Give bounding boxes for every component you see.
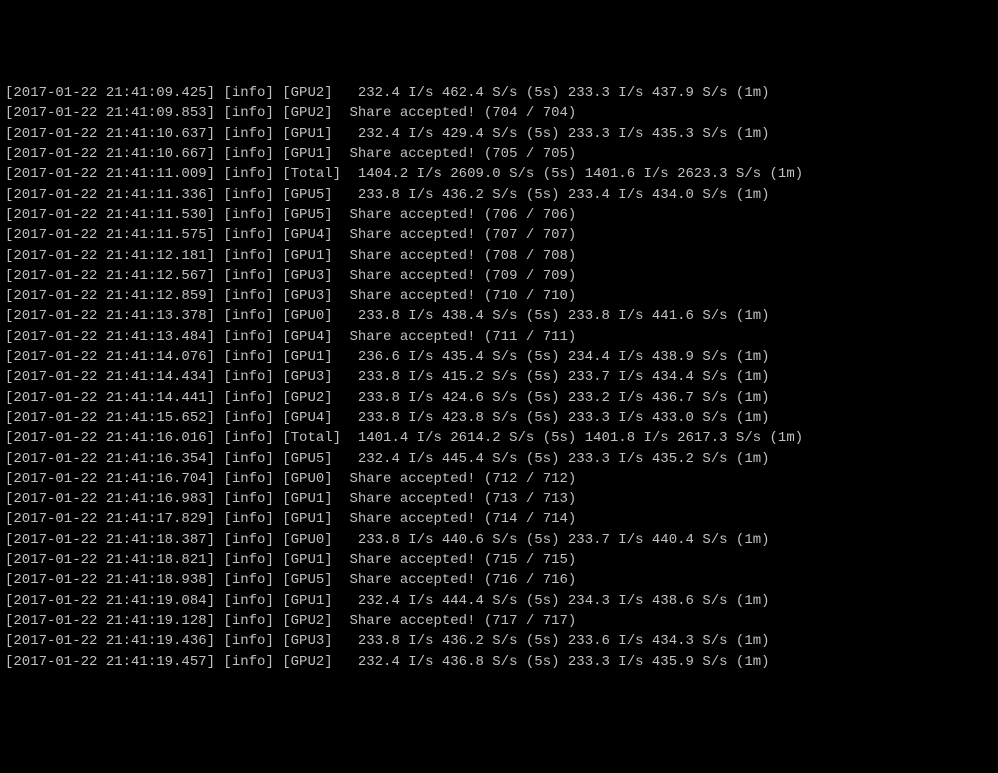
log-line: [2017-01-22 21:41:13.484] [info] [GPU4] … — [5, 327, 993, 347]
log-line: [2017-01-22 21:41:09.853] [info] [GPU2] … — [5, 103, 993, 123]
log-line: [2017-01-22 21:41:12.567] [info] [GPU3] … — [5, 266, 993, 286]
terminal-output: [2017-01-22 21:41:09.425] [info] [GPU2] … — [5, 83, 993, 672]
log-line: [2017-01-22 21:41:10.637] [info] [GPU1] … — [5, 124, 993, 144]
log-line: [2017-01-22 21:41:19.128] [info] [GPU2] … — [5, 611, 993, 631]
log-line: [2017-01-22 21:41:17.829] [info] [GPU1] … — [5, 509, 993, 529]
log-line: [2017-01-22 21:41:18.821] [info] [GPU1] … — [5, 550, 993, 570]
log-line: [2017-01-22 21:41:14.434] [info] [GPU3] … — [5, 367, 993, 387]
log-line: [2017-01-22 21:41:19.457] [info] [GPU2] … — [5, 652, 993, 672]
log-line: [2017-01-22 21:41:09.425] [info] [GPU2] … — [5, 83, 993, 103]
log-line: [2017-01-22 21:41:12.181] [info] [GPU1] … — [5, 246, 993, 266]
log-line: [2017-01-22 21:41:11.530] [info] [GPU5] … — [5, 205, 993, 225]
log-line: [2017-01-22 21:41:14.076] [info] [GPU1] … — [5, 347, 993, 367]
log-line: [2017-01-22 21:41:18.387] [info] [GPU0] … — [5, 530, 993, 550]
log-line: [2017-01-22 21:41:19.436] [info] [GPU3] … — [5, 631, 993, 651]
log-line: [2017-01-22 21:41:16.704] [info] [GPU0] … — [5, 469, 993, 489]
log-line: [2017-01-22 21:41:11.009] [info] [Total]… — [5, 164, 993, 184]
log-line: [2017-01-22 21:41:14.441] [info] [GPU2] … — [5, 388, 993, 408]
log-line: [2017-01-22 21:41:15.652] [info] [GPU4] … — [5, 408, 993, 428]
log-line: [2017-01-22 21:41:13.378] [info] [GPU0] … — [5, 306, 993, 326]
log-line: [2017-01-22 21:41:11.575] [info] [GPU4] … — [5, 225, 993, 245]
log-line: [2017-01-22 21:41:19.084] [info] [GPU1] … — [5, 591, 993, 611]
log-line: [2017-01-22 21:41:16.354] [info] [GPU5] … — [5, 449, 993, 469]
log-line: [2017-01-22 21:41:11.336] [info] [GPU5] … — [5, 185, 993, 205]
log-line: [2017-01-22 21:41:18.938] [info] [GPU5] … — [5, 570, 993, 590]
log-line: [2017-01-22 21:41:16.983] [info] [GPU1] … — [5, 489, 993, 509]
log-line: [2017-01-22 21:41:16.016] [info] [Total]… — [5, 428, 993, 448]
log-line: [2017-01-22 21:41:10.667] [info] [GPU1] … — [5, 144, 993, 164]
log-line: [2017-01-22 21:41:12.859] [info] [GPU3] … — [5, 286, 993, 306]
